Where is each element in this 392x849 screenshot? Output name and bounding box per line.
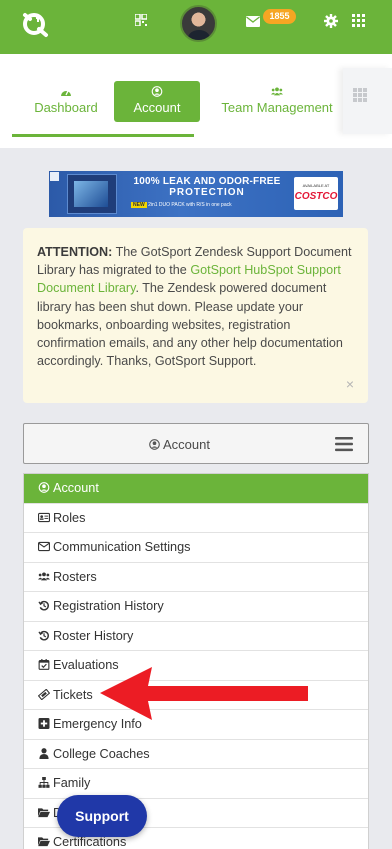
menu-item-label: Account [53, 481, 99, 495]
tab-dashboard[interactable]: Dashboard [26, 81, 106, 122]
product-image [67, 174, 117, 214]
account-menu-list: Account Roles Communication Settings Ros… [23, 473, 369, 849]
menu-item-college-coaches[interactable]: College Coaches [24, 740, 368, 769]
account-menu-toggle[interactable]: Account [23, 423, 369, 464]
ad-promo: NEW 2in1 DUO PACK with R/S in one pack [131, 202, 281, 208]
menu-item-label: Certifications [53, 835, 127, 849]
grid-icon [353, 88, 367, 102]
ad-choices-icon[interactable] [50, 172, 59, 181]
tab-label: Account [133, 100, 181, 115]
tab-account[interactable]: Account [114, 81, 200, 122]
calendar-check-icon [38, 659, 50, 670]
avatar[interactable] [180, 5, 217, 42]
gear-icon[interactable] [324, 14, 338, 28]
tab-label: Dashboard [34, 100, 98, 115]
menu-item-label: Tickets [53, 687, 93, 702]
tachometer-icon [61, 89, 71, 96]
menu-item-roster-history[interactable]: Roster History [24, 622, 368, 651]
tab-team-management[interactable]: Team Management [217, 81, 337, 122]
grid-icon[interactable] [352, 14, 365, 27]
menu-item-label: College Coaches [53, 746, 150, 761]
ticket-icon [38, 688, 50, 700]
user-icon [39, 747, 49, 759]
ad-seller-logo: AVAILABLE AT COSTCO [294, 177, 338, 210]
user-circle-icon [38, 482, 50, 493]
logo-icon[interactable] [20, 9, 50, 39]
plus-square-icon [38, 718, 50, 729]
menu-item-label: Roster History [53, 628, 134, 643]
attention-notice: ATTENTION: The GotSport Zendesk Support … [23, 228, 368, 403]
folder-open-icon [38, 807, 50, 817]
mail-icon[interactable] [246, 16, 260, 27]
menu-item-roles[interactable]: Roles [24, 504, 368, 533]
history-icon [38, 630, 49, 641]
menu-item-registration-history[interactable]: Registration History [24, 592, 368, 622]
ad-available-text: AVAILABLE AT [302, 183, 330, 188]
menu-item-account[interactable]: Account [24, 474, 368, 504]
close-icon[interactable]: × [346, 377, 354, 391]
ad-seller-name: COSTCO [294, 191, 338, 202]
active-tab-underline [12, 134, 194, 137]
notice-lead: ATTENTION: [37, 245, 113, 259]
qr-code-icon[interactable] [135, 14, 147, 26]
users-icon [38, 571, 50, 580]
account-menu-label: Account [163, 437, 210, 452]
tab-label: Team Management [221, 100, 333, 115]
history-icon [38, 600, 49, 611]
folder-open-icon [38, 837, 50, 847]
tabs-scroll-overlay[interactable] [343, 68, 392, 134]
account-menu-title: Account [149, 437, 210, 452]
top-bar: 1855 [0, 0, 392, 54]
ad-promo-text: 2in1 DUO PACK with R/S in one pack [148, 202, 232, 208]
hamburger-icon[interactable] [335, 436, 353, 452]
menu-item-label: Family [53, 776, 91, 790]
notice-text: ATTENTION: The GotSport Zendesk Support … [37, 243, 354, 370]
menu-item-rosters[interactable]: Rosters [24, 563, 368, 592]
user-circle-icon [149, 439, 160, 450]
menu-item-label: Rosters [53, 569, 97, 584]
menu-item-label: Communication Settings [53, 540, 191, 554]
users-icon [271, 87, 283, 96]
tabs-bar: Dashboard Account Team Management Te [0, 54, 392, 148]
ad-banner[interactable]: 100% LEAK AND ODOR-FREE PROTECTION NEW 2… [49, 171, 343, 217]
ad-headline: 100% LEAK AND ODOR-FREE [133, 176, 281, 187]
menu-item-label: Registration History [53, 599, 164, 613]
red-arrow-annotation [100, 667, 308, 720]
sitemap-icon [38, 777, 50, 788]
mail-count-badge: 1855 [263, 9, 296, 24]
user-circle-icon [151, 86, 163, 97]
ad-new-tag: NEW [131, 202, 147, 208]
ad-headline-2: PROTECTION [169, 187, 245, 198]
menu-item-communication-settings[interactable]: Communication Settings [24, 533, 368, 563]
support-button[interactable]: Support [57, 795, 147, 837]
menu-item-label: Roles [53, 510, 86, 525]
id-card-icon [38, 512, 50, 522]
envelope-icon [38, 541, 50, 552]
